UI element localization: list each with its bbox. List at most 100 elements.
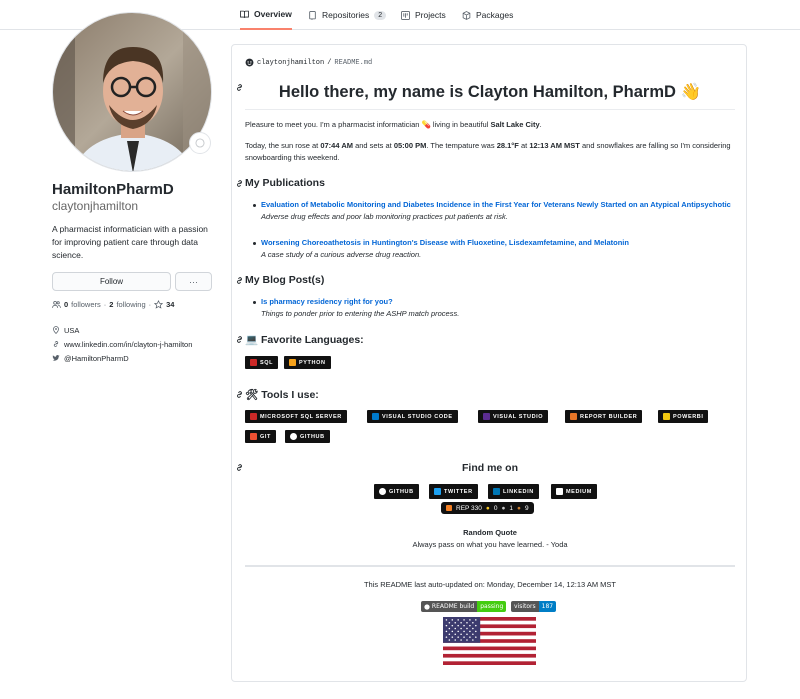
badge-label: VISUAL STUDIO CODE [382,413,453,420]
followers-label[interactable]: followers [71,300,101,309]
intro-paragraph: Pleasure to meet you. I'm a pharmacist i… [245,119,740,131]
random-quote: Always pass on what you have learned. - … [412,540,568,549]
sunrise-time: 07:44 AM [320,141,353,150]
following-count[interactable]: 2 [109,300,113,309]
git-badge[interactable]: GIT [245,430,276,443]
badge-label: GIT [260,433,271,440]
twitter-handle[interactable]: @HamiltonPharmD [64,354,129,363]
linkedin-social-badge[interactable]: LINKEDIN [488,484,539,499]
blog-desc: Things to ponder prior to entering the A… [261,309,460,318]
website-link[interactable]: www.linkedin.com/in/clayton-j-hamilton [64,340,192,349]
badge-label: VISUAL STUDIO [493,413,544,420]
publication-item: Evaluation of Metabolic Monitoring and D… [261,199,731,223]
tab-projects[interactable]: Projects [401,0,446,30]
bronze-count: 9 [524,504,529,512]
badge-label: REPORT BUILDER [580,413,638,420]
visitors-count: 187 [538,601,557,612]
intro-text: Pleasure to meet you. I'm a pharmacist i… [245,120,491,129]
profile-fullname: HamiltonPharmD [52,181,174,198]
list-bullet [253,301,256,304]
anchor-link-icon[interactable] [235,179,244,188]
languages-heading: 💻 Favorite Languages: [245,334,364,346]
tab-repositories-label: Repositories [322,10,370,20]
tab-repositories[interactable]: Repositories 2 [308,0,387,30]
badge-label: LINKEDIN [503,488,534,495]
profile-bio: A pharmacist informatician with a passio… [52,224,208,260]
readme-card: claytonjhamilton / README.md Hello there… [231,44,747,682]
sql-badge[interactable]: SQL [245,356,279,369]
github-social-badge[interactable]: GITHUB [374,484,419,499]
twitter-row[interactable]: @HamiltonPharmD [52,351,192,365]
weather-text: at [518,141,530,150]
gold-badge-dot: ● [485,504,490,512]
star-icon [154,300,164,309]
build-label: README build [421,601,478,612]
silver-badge-dot: ● [501,504,506,512]
visualstudio-icon [483,413,490,420]
stackoverflow-rep-badge[interactable]: REP 330 ● 0 ● 1 ● 9 [441,502,534,514]
readme-path-file: README.md [334,58,373,67]
anchor-link-icon[interactable] [235,276,244,285]
stars-count[interactable]: 34 [166,300,174,309]
anchor-link-icon[interactable] [235,463,244,472]
tab-projects-label: Projects [415,10,446,20]
twitter-icon [434,488,441,495]
rep-value: REP 330 [456,504,482,512]
visitors-badge[interactable]: visitors 187 [511,601,557,612]
temperature: 28.1°F [496,141,519,150]
avatar-photo [53,13,211,171]
badge-label: POWERBI [673,413,704,420]
website-row[interactable]: www.linkedin.com/in/clayton-j-hamilton [52,337,192,351]
repo-icon [309,10,316,20]
package-icon [462,10,471,20]
publication-desc: Adverse drug effects and poor lab monito… [261,212,508,221]
findme-heading: Find me on [462,462,518,474]
github-tool-badge[interactable]: GITHUB [285,430,330,443]
profile-details: USA www.linkedin.com/in/clayton-j-hamilt… [52,323,192,365]
build-status-badge[interactable]: README build passing [421,601,507,612]
readme-path-user[interactable]: claytonjhamilton [257,59,324,67]
anchor-link-icon[interactable] [235,390,244,399]
visitors-label: visitors [511,601,539,612]
tab-overview-label: Overview [254,9,292,19]
weather-text: . The tempature was [426,141,497,150]
medium-social-badge[interactable]: MEDIUM [551,484,597,499]
python-icon [289,359,296,366]
sqlserver-badge[interactable]: MICROSOFT SQL SERVER [245,410,347,423]
followers-count[interactable]: 0 [64,300,68,309]
blog-link[interactable]: Is pharmacy residency right for you? [261,297,393,306]
tab-packages[interactable]: Packages [462,0,513,30]
anchor-link-icon[interactable] [235,335,244,344]
section-divider [245,565,735,567]
more-options-button[interactable]: ··· [175,272,212,291]
project-icon [401,10,410,20]
badge-label: MICROSOFT SQL SERVER [260,413,342,420]
twitter-social-badge[interactable]: TWITTER [429,484,478,499]
intro-city: Salt Lake City [490,120,540,129]
last-updated-text: This README last auto-updated on: Monday… [363,580,617,589]
anchor-link-icon[interactable] [235,83,244,92]
python-badge[interactable]: PYTHON [284,356,331,369]
github-icon [379,488,386,495]
gold-count: 0 [493,504,498,512]
title-divider [245,109,735,110]
follow-button[interactable]: Follow [52,272,171,291]
powerbi-badge[interactable]: POWERBI [658,410,709,423]
profile-username: claytonjhamilton [52,199,139,213]
tab-overview[interactable]: Overview [240,0,292,30]
publication-link[interactable]: Worsening Choreoathetosis in Huntington'… [261,238,629,247]
silver-count: 1 [509,504,514,512]
build-label-text: README build [431,603,475,610]
blog-heading: My Blog Post(s) [245,274,325,286]
visualstudio-badge[interactable]: VISUAL STUDIO [478,410,549,423]
readme-path-sep: / [327,58,332,67]
reportbuilder-badge[interactable]: REPORT BUILDER [565,410,643,423]
set-status-button[interactable] [189,132,211,154]
publication-link[interactable]: Evaluation of Metabolic Monitoring and D… [261,200,731,209]
linkedin-icon [493,488,500,495]
publication-desc: A case study of a curious adverse drug r… [261,250,422,259]
avatar[interactable] [52,12,212,172]
following-label[interactable]: following [116,300,145,309]
publications-heading: My Publications [245,177,325,189]
vscode-badge[interactable]: VISUAL STUDIO CODE [367,410,458,423]
